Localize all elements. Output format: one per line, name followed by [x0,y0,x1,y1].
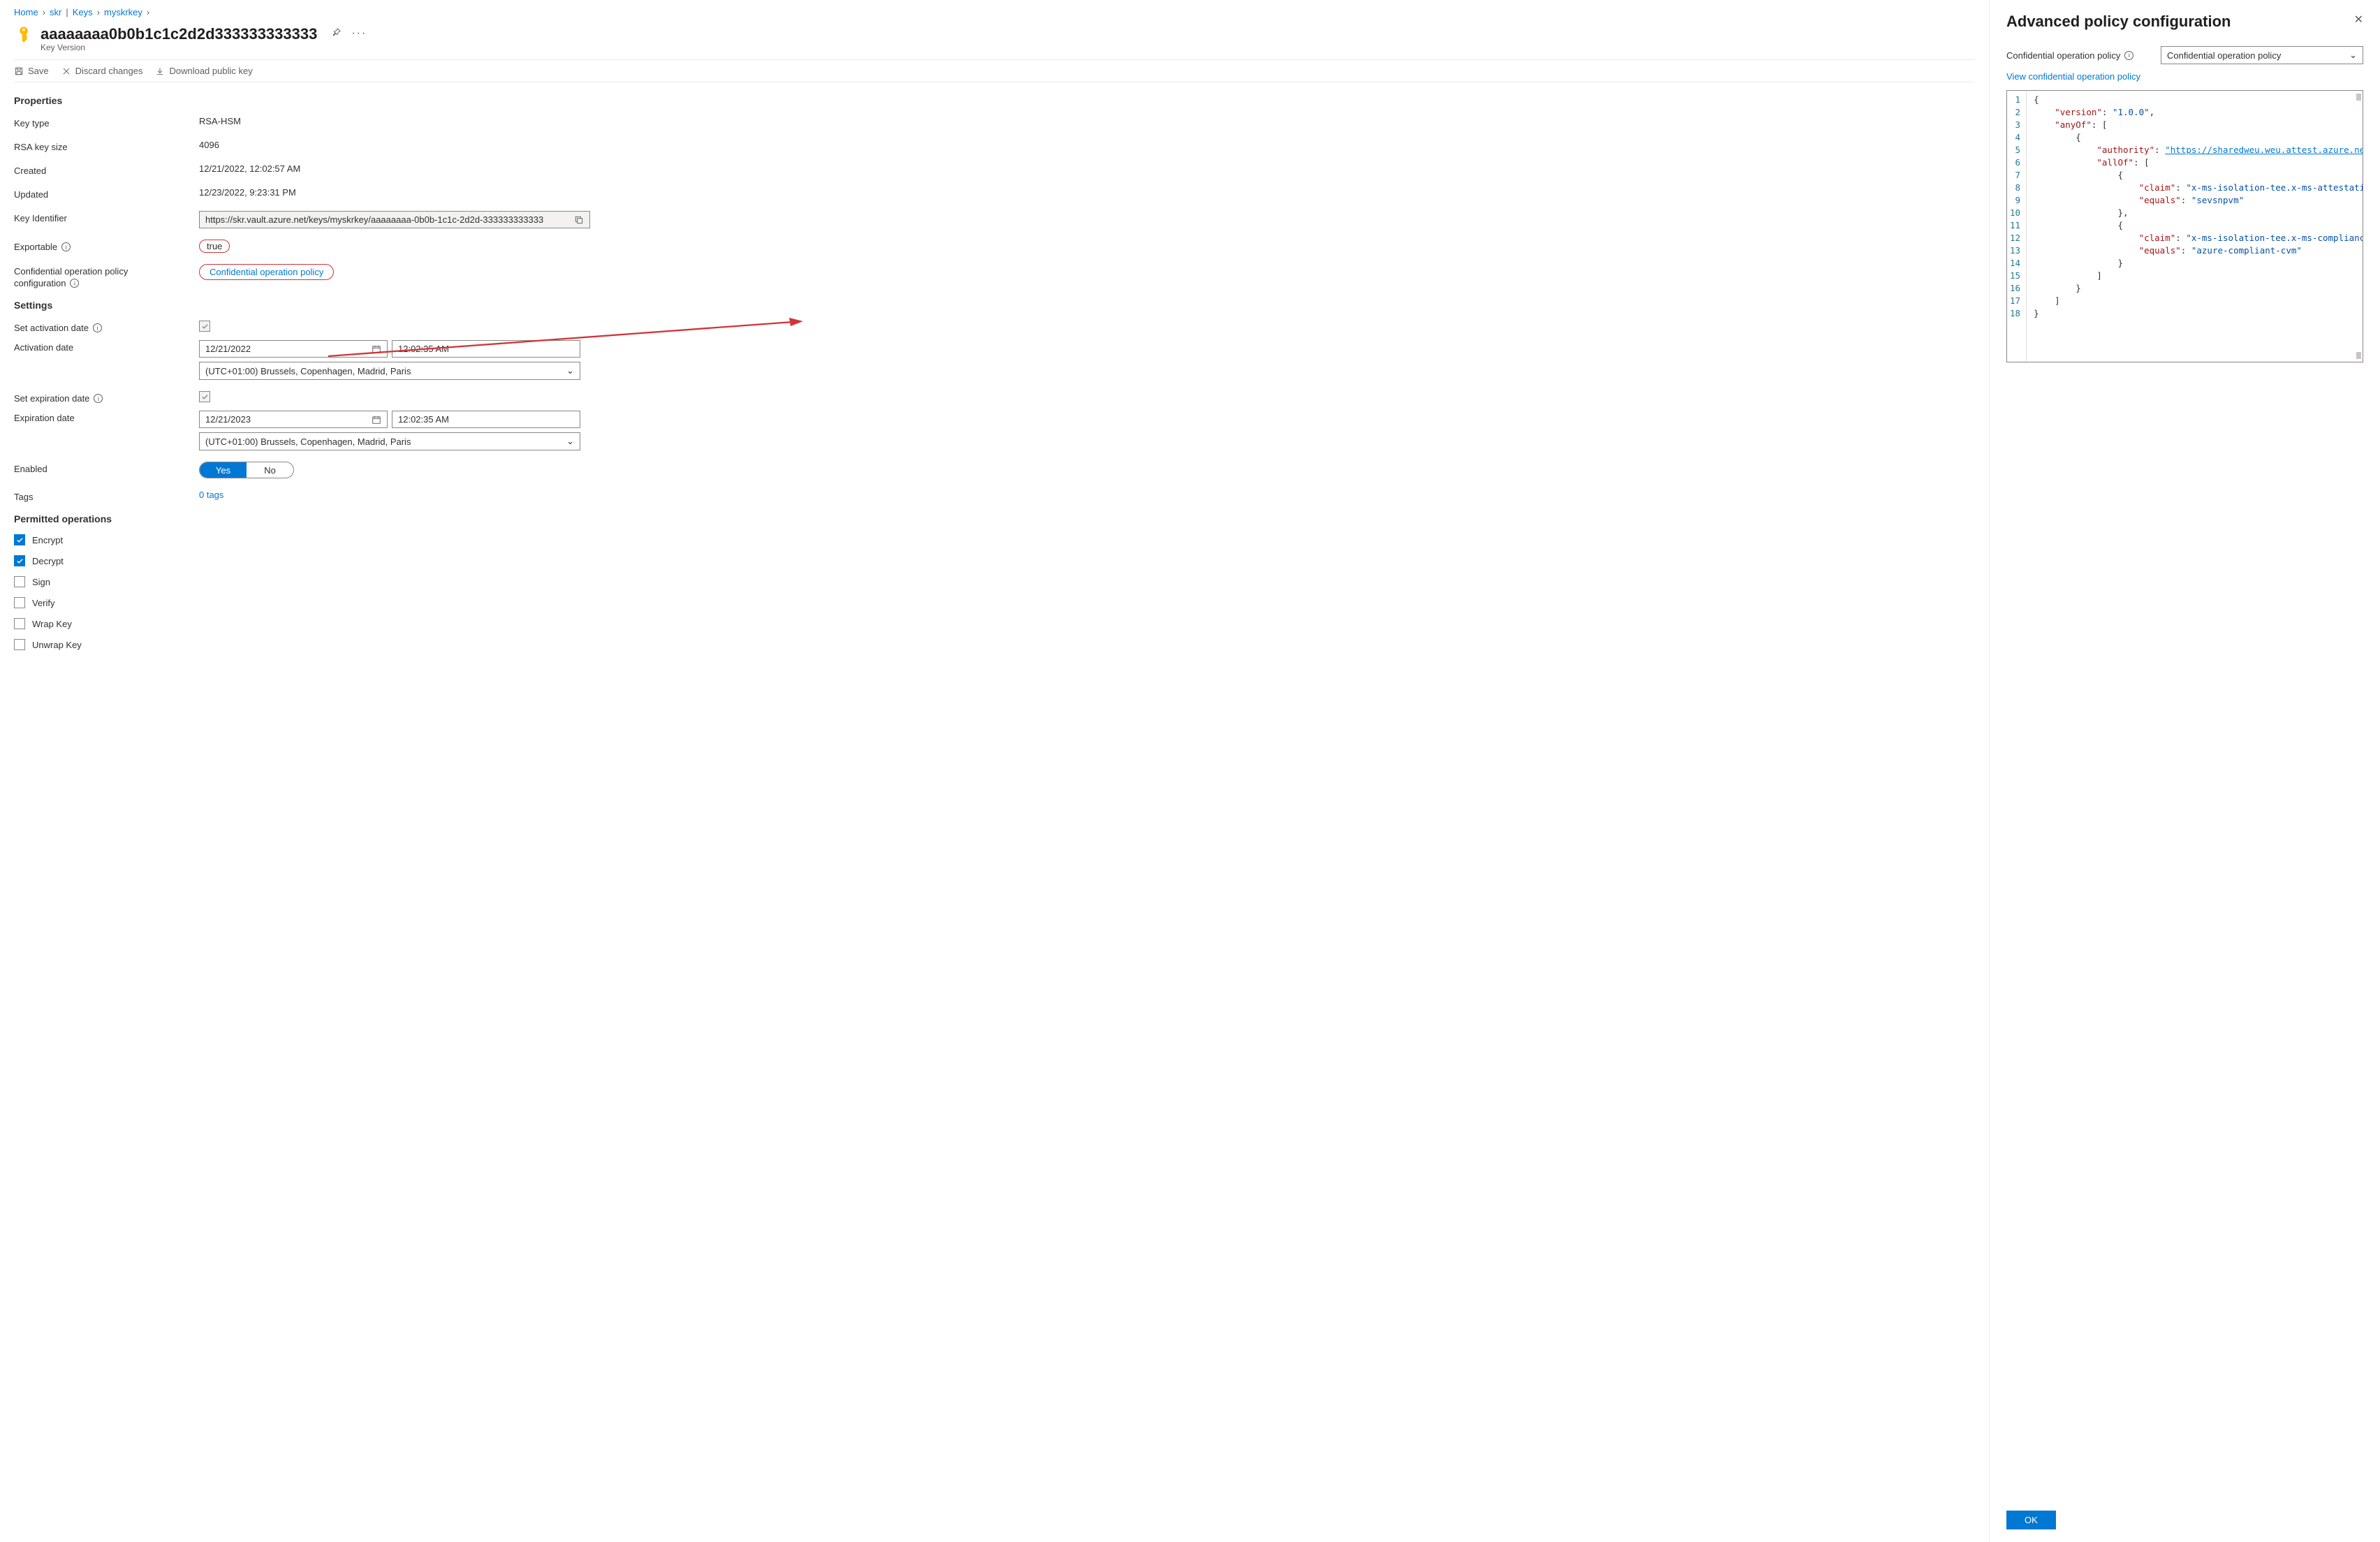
info-icon[interactable]: i [93,323,102,332]
expiration-date-input[interactable]: 12/21/2023 [199,411,388,428]
breadcrumb-myskrkey[interactable]: myskrkey [104,7,142,17]
wrap-checkbox[interactable] [14,618,25,629]
page-title: aaaaaaaa0b0b1c1c2d2d333333333333 [41,25,317,43]
discard-label: Discard changes [75,66,143,76]
exportable-value: true [199,240,230,253]
download-icon [155,66,165,76]
toolbar: Save Discard changes Download public key [14,59,1975,82]
exportable-label: Exportable i [14,240,185,252]
encrypt-checkbox[interactable] [14,534,25,545]
panel-title: Advanced policy configuration [2006,13,2231,31]
breadcrumb-skr[interactable]: skr [50,7,61,17]
ok-button[interactable]: OK [2006,1511,2056,1529]
expiration-tz-select[interactable]: (UTC+01:00) Brussels, Copenhagen, Madrid… [199,432,580,450]
save-button[interactable]: Save [14,66,49,76]
copy-icon[interactable] [574,215,584,225]
updated-label: Updated [14,187,185,200]
confidential-policy-link[interactable]: Confidential operation policy [199,264,334,280]
activation-time-input[interactable]: 12:02:35 AM [392,340,580,358]
policy-json-editor[interactable]: 123456789101112131415161718 { "version":… [2006,90,2363,362]
tags-link[interactable]: 0 tags [199,490,223,500]
activation-tz-select[interactable]: (UTC+01:00) Brussels, Copenhagen, Madrid… [199,362,580,380]
more-icon[interactable]: ··· [351,27,367,41]
activation-date-label: Activation date [14,340,185,353]
chevron-right-icon: › [147,7,149,17]
verify-checkbox[interactable] [14,597,25,608]
key-id-input[interactable]: https://skr.vault.azure.net/keys/myskrke… [199,211,590,228]
chevron-down-icon: ⌄ [2349,50,2357,61]
enabled-label: Enabled [14,462,185,474]
panel-policy-label: Confidential operation policy i [2006,50,2133,61]
decrypt-checkbox[interactable] [14,555,25,566]
subtitle: Key Version [41,43,1975,52]
set-expiration-label: Set expiration date i [14,391,185,404]
expiration-date-label: Expiration date [14,411,185,423]
key-type-value: RSA-HSM [199,116,590,126]
expiration-time-input[interactable]: 12:02:35 AM [392,411,580,428]
x-icon [61,66,71,76]
floppy-icon [14,66,24,76]
info-icon[interactable]: i [61,242,71,251]
encrypt-label: Encrypt [32,535,63,545]
info-icon[interactable]: i [70,279,79,288]
calendar-icon [372,344,381,354]
unwrap-checkbox[interactable] [14,639,25,650]
chevron-down-icon: ⌄ [566,365,574,376]
toggle-no[interactable]: No [247,462,293,478]
decrypt-label: Decrypt [32,556,64,566]
created-value: 12/21/2022, 12:02:57 AM [199,163,590,174]
close-icon[interactable]: ✕ [2354,13,2363,27]
line-gutter: 123456789101112131415161718 [2007,91,2027,362]
info-icon[interactable]: i [94,394,103,403]
chevron-right-icon: › [97,7,100,17]
advanced-policy-panel: Advanced policy configuration ✕ Confiden… [1989,0,2380,1542]
created-label: Created [14,163,185,176]
toggle-yes[interactable]: Yes [200,462,247,478]
download-label: Download public key [169,66,252,76]
key-id-value: https://skr.vault.azure.net/keys/myskrke… [205,214,543,225]
policy-config-label: Confidential operation policy configurat… [14,264,185,288]
breadcrumb-keys[interactable]: Keys [73,7,93,17]
separator-pipe: | [66,7,68,17]
key-icon [14,24,34,44]
info-icon[interactable]: i [2124,51,2133,60]
view-policy-link[interactable]: View confidential operation policy [2006,71,2363,82]
chevron-down-icon: ⌄ [566,436,574,447]
discard-button[interactable]: Discard changes [61,66,143,76]
breadcrumb-home[interactable]: Home [14,7,38,17]
set-activation-label: Set activation date i [14,321,185,333]
sign-checkbox[interactable] [14,576,25,587]
calendar-icon [372,415,381,425]
policy-select[interactable]: Confidential operation policy ⌄ [2161,46,2363,64]
scroll-thumb-top[interactable] [2356,94,2361,101]
rsa-size-label: RSA key size [14,140,185,152]
section-settings: Settings [14,300,1975,311]
rsa-size-value: 4096 [199,140,590,150]
updated-value: 12/23/2022, 9:23:31 PM [199,187,590,198]
pin-icon[interactable] [331,27,341,41]
download-button[interactable]: Download public key [155,66,252,76]
set-expiration-checkbox[interactable] [199,391,210,402]
scroll-thumb-bottom[interactable] [2356,352,2361,359]
unwrap-label: Unwrap Key [32,640,82,650]
sign-label: Sign [32,577,50,587]
save-label: Save [28,66,49,76]
code-content[interactable]: { "version": "1.0.0", "anyOf": [ { "auth… [2027,91,2363,362]
section-properties: Properties [14,95,1975,106]
wrap-label: Wrap Key [32,619,72,629]
tags-label: Tags [14,490,185,502]
activation-date-input[interactable]: 12/21/2022 [199,340,388,358]
key-type-label: Key type [14,116,185,128]
set-activation-checkbox[interactable] [199,321,210,332]
section-permitted: Permitted operations [14,513,1975,524]
breadcrumb: Home › skr | Keys › myskrkey › [14,7,1975,17]
key-id-label: Key Identifier [14,211,185,223]
enabled-toggle[interactable]: Yes No [199,462,294,478]
verify-label: Verify [32,598,55,608]
chevron-right-icon: › [43,7,45,17]
